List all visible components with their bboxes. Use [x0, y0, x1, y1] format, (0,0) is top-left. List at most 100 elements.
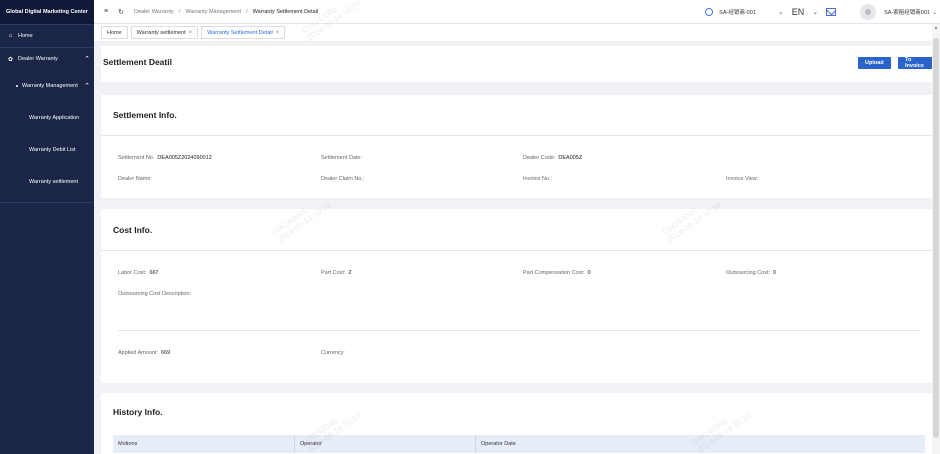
- column-header: Operator Date: [475, 435, 925, 453]
- field-value: 0: [587, 270, 591, 276]
- field-label: Applied Amount:: [118, 350, 159, 356]
- divider: [101, 135, 936, 136]
- scroll-up-icon[interactable]: ▲: [932, 24, 940, 32]
- chevron-down-icon[interactable]: ⌄: [778, 8, 784, 16]
- field-label: Invoice View:: [726, 176, 759, 182]
- close-icon[interactable]: ×: [189, 30, 193, 36]
- menu-toggle-icon[interactable]: ≡: [104, 8, 108, 15]
- tab-warranty-settlement-detail[interactable]: Warranty Settlement Detail ×: [201, 26, 286, 39]
- tab-label: Home: [107, 29, 122, 36]
- avatar[interactable]: [860, 4, 877, 20]
- history-info-card: History Info. Motions Operator Operator …: [101, 393, 936, 454]
- field-label: Outsourcing Cost:: [726, 270, 771, 276]
- avatar-head: [865, 9, 872, 15]
- sidebar-item-label: Warranty Debit List: [29, 147, 76, 153]
- invoice-view-field[interactable]: Invoice View:: [726, 176, 758, 182]
- mail-icon[interactable]: [826, 8, 837, 16]
- sidebar-item-warranty-settlement[interactable]: Warranty settlement: [0, 166, 94, 198]
- user-icon: [705, 8, 714, 16]
- page-header: Settlement Deatil Upload To Invoice: [101, 46, 936, 82]
- home-icon: ⌂: [8, 33, 13, 39]
- sidebar-item-warranty-debit-list[interactable]: Warranty Debit List: [0, 134, 94, 166]
- settlement-no-field: Settlement No. DEA005Z2024090012: [118, 155, 212, 161]
- settlement-info-card: Settlement Info. Settlement No. DEA005Z20…: [101, 95, 936, 198]
- breadcrumb-item[interactable]: Dealer Warranty: [134, 9, 174, 15]
- sidebar-item-label: Warranty Management: [22, 83, 78, 89]
- section-title: Settlement Info.: [113, 110, 177, 120]
- tab-label: Warranty Settlement Detail: [207, 29, 273, 36]
- dealer-name-field: Dealer Name:: [118, 176, 152, 182]
- top-bar-right: SA-经销商-001 ⌄ EN ⌄ SA-索赔经销商001 ⌄: [705, 0, 940, 24]
- divider: [101, 250, 936, 251]
- field-label: Part Cost:: [321, 270, 346, 276]
- field-label: Part Compensation Cost:: [523, 270, 585, 276]
- column-header: Motions: [118, 441, 138, 447]
- user-name[interactable]: SA-索赔经销商001: [884, 8, 930, 16]
- currency-field: Currency:: [321, 350, 345, 356]
- main-content: Settlement Deatil Upload To Invoice Sett…: [101, 46, 936, 454]
- field-value: 667: [149, 270, 159, 276]
- tab-label: Warranty settlement: [136, 29, 186, 36]
- section-title: Cost Info.: [113, 225, 153, 235]
- history-table-header: Motions Operator Operator Date: [113, 435, 925, 453]
- page-title: Settlement Deatil: [103, 57, 172, 67]
- sidebar-item-warranty-management[interactable]: Warranty Management ⌃: [0, 75, 94, 97]
- chevron-up-icon: ⌃: [84, 56, 90, 63]
- divider: [0, 202, 94, 203]
- chevron-down-icon[interactable]: ⌄: [812, 8, 818, 16]
- sidebar-item-home[interactable]: ⌂ Home: [0, 25, 94, 47]
- breadcrumb-item: Warranty Settlement Detail: [252, 8, 319, 15]
- breadcrumb-item[interactable]: Warranty Management: [185, 9, 241, 15]
- tab-warranty-settlement[interactable]: Warranty settlement ×: [130, 26, 199, 39]
- field-label: Labor Cost:: [118, 270, 147, 276]
- part-cost-field: Part Cost: 2: [321, 270, 352, 276]
- scroll-thumb[interactable]: [933, 38, 939, 438]
- language-select[interactable]: EN: [792, 7, 805, 17]
- to-invoice-button[interactable]: To Invoice: [898, 57, 936, 69]
- app-title: Global Digital Marketing Center: [0, 0, 94, 24]
- field-value: 2: [348, 270, 352, 276]
- field-label: Dealer Code:: [523, 155, 556, 161]
- upload-button[interactable]: Upload: [858, 57, 891, 69]
- bullet-icon: [16, 85, 18, 87]
- breadcrumb-separator: /: [246, 8, 248, 15]
- breadcrumb: Dealer Warranty / Warranty Management / …: [134, 9, 318, 15]
- chevron-down-icon[interactable]: ⌄: [932, 9, 937, 16]
- field-value: 669: [161, 350, 171, 356]
- cost-info-card: Cost Info. Labor Cost: 667 Part Cost: 2 Pa…: [101, 209, 936, 383]
- sidebar-item-label: Dealer Warranty: [18, 56, 58, 62]
- sidebar-item-warranty-application[interactable]: Warranty Application: [0, 102, 94, 134]
- field-label: Settlement No.: [118, 155, 155, 161]
- field-label: Dealer Name:: [118, 176, 152, 182]
- sidebar-item-label: Home: [18, 33, 33, 39]
- settlement-date-field: Settlement Date:: [321, 155, 362, 161]
- column-header: Operator: [294, 435, 475, 453]
- top-bar: ≡ ↻ Dealer Warranty / Warranty Managemen…: [94, 0, 940, 24]
- close-icon[interactable]: ×: [276, 30, 280, 36]
- dealer-code-field: Dealer Code: DEA005Z: [523, 155, 582, 161]
- tab-bar: Home Warranty settlement × Warranty Sett…: [94, 24, 940, 42]
- sidebar-item-label: Warranty Application: [29, 115, 80, 121]
- chevron-up-icon: ⌃: [84, 83, 90, 90]
- scrollbar[interactable]: ▲: [932, 24, 940, 454]
- refresh-icon[interactable]: ↻: [118, 8, 124, 16]
- field-label: Dealer Claim No.:: [321, 176, 365, 182]
- field-value: DEA005Z2024090012: [157, 155, 212, 161]
- field-value: 0: [773, 270, 777, 276]
- field-value: DEA005Z: [558, 155, 583, 161]
- tab-home[interactable]: Home: [101, 26, 128, 39]
- gear-icon: ✿: [7, 56, 14, 63]
- invoice-no-field: Invoice No.:: [523, 176, 552, 182]
- field-label: Settlement Date:: [321, 155, 362, 161]
- role-select[interactable]: SA-经销商-001: [719, 8, 756, 16]
- section-title: History Info.: [113, 407, 163, 417]
- sidebar-item-dealer-warranty[interactable]: ✿ Dealer Warranty ⌃: [0, 48, 94, 70]
- outsourcing-cost-field: Outsourcing Cost: 0: [726, 270, 776, 276]
- field-label: Invoice No.:: [523, 176, 553, 182]
- field-label: Outsourcing Cost Description:: [118, 291, 192, 297]
- labor-cost-field: Labor Cost: 667: [118, 270, 159, 276]
- applied-amount-field: Applied Amount: 669: [118, 350, 170, 356]
- breadcrumb-separator: /: [178, 8, 181, 15]
- part-compensation-cost-field: Part Compensation Cost: 0: [523, 270, 591, 276]
- field-label: Currency:: [321, 350, 345, 356]
